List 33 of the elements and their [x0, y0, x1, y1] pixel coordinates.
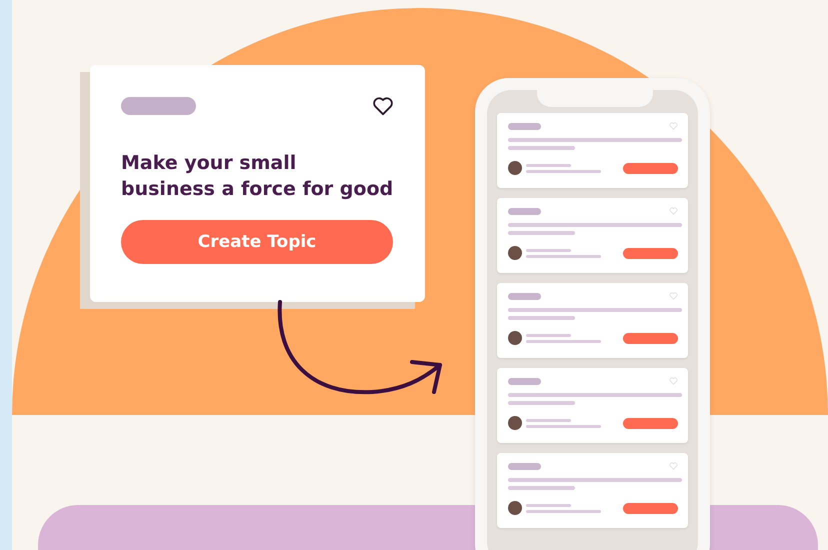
text-placeholder	[508, 231, 575, 235]
avatar	[508, 416, 522, 430]
card-title: Make your small business a force for good	[121, 151, 394, 202]
text-placeholder	[508, 486, 575, 490]
tag-placeholder	[508, 122, 541, 130]
button-placeholder[interactable]	[623, 332, 678, 344]
avatar	[508, 331, 522, 345]
topic-card[interactable]	[497, 113, 688, 188]
text-placeholder	[526, 248, 571, 252]
tag-placeholder	[508, 462, 541, 470]
text-placeholder	[508, 146, 575, 150]
tag-placeholder	[508, 208, 541, 214]
avatar	[508, 501, 522, 515]
heart-icon[interactable]	[372, 96, 394, 116]
button-placeholder[interactable]	[623, 418, 678, 428]
create-topic-button[interactable]: Create Topic	[121, 220, 393, 264]
button-placeholder[interactable]	[623, 248, 678, 258]
text-placeholder	[526, 164, 571, 166]
tag-placeholder	[508, 292, 541, 300]
text-placeholder	[526, 504, 571, 506]
button-placeholder[interactable]	[623, 502, 678, 514]
tag-placeholder	[508, 378, 541, 384]
text-placeholder	[526, 418, 571, 422]
text-placeholder	[526, 334, 571, 336]
button-placeholder[interactable]	[623, 162, 678, 174]
topic-card[interactable]	[497, 198, 688, 273]
topic-card[interactable]	[497, 283, 688, 358]
topic-card[interactable]	[497, 453, 688, 528]
text-placeholder	[508, 316, 575, 320]
topic-card[interactable]	[497, 368, 688, 443]
text-placeholder	[508, 401, 575, 405]
avatar	[508, 246, 522, 260]
avatar	[508, 161, 522, 175]
